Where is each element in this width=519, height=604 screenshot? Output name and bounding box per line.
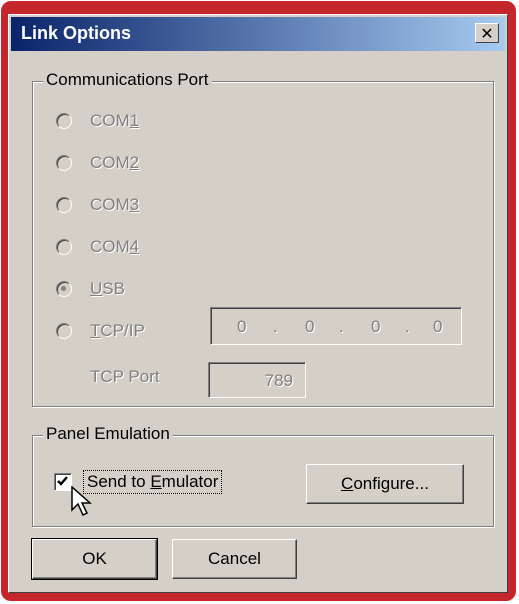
ip-octet-4[interactable]: 0 [433, 317, 442, 337]
close-icon: ✕ [480, 24, 494, 43]
radio-com4-mnemonic: 4 [129, 237, 140, 256]
radio-com3-label: COM [90, 195, 130, 214]
configure-mnemonic: C [341, 474, 354, 493]
radio-com3-mnemonic: 3 [129, 195, 140, 214]
cancel-button[interactable]: Cancel [172, 539, 297, 579]
radio-tcpip-label: CP/IP [100, 321, 145, 340]
tcp-port-value[interactable]: 789 [265, 371, 293, 391]
panel-emulation-legend: Panel Emulation [43, 424, 173, 444]
ip-octet-3[interactable]: 0 [371, 317, 380, 337]
ip-dot-3: . [405, 317, 410, 336]
ip-address-field[interactable]: 0 . 0 . 0 . 0 [210, 307, 462, 345]
radio-tcpip-mnemonic: T [90, 321, 101, 340]
radio-com1-mnemonic: 1 [129, 111, 140, 130]
panel-emulation-group: Panel Emulation Send to Emulator Configu… [32, 424, 494, 527]
radio-com2-mnemonic: 2 [129, 153, 140, 172]
configure-button[interactable]: Configure... [306, 464, 464, 504]
tcp-port-field[interactable]: 789 [208, 362, 306, 398]
communications-port-legend: Communications Port [43, 70, 212, 90]
send-label-mnemonic: E [150, 472, 162, 491]
radio-usb-label: SB [102, 279, 125, 298]
tcp-port-label: TCP Port [90, 367, 160, 386]
send-label-post: mulator [161, 472, 219, 491]
ip-dot-2: . [339, 317, 344, 336]
ip-dot-1: . [273, 317, 278, 336]
radio-com1-label: COM [90, 111, 130, 130]
cancel-label: Cancel [208, 549, 261, 568]
radio-com4-label: COM [90, 237, 130, 256]
mouse-cursor-icon [71, 486, 92, 517]
send-label-pre: Send to [87, 472, 151, 491]
ok-label: OK [82, 549, 107, 568]
radio-com4-circle[interactable] [56, 239, 72, 255]
communications-port-group: Communications Port COM1 COM2 COM3 COM4 … [32, 70, 494, 407]
radio-tcpip-circle[interactable] [56, 323, 72, 339]
window-title: Link Options [21, 23, 131, 43]
radio-usb-circle[interactable] [56, 281, 72, 297]
radio-com1-circle[interactable] [56, 113, 72, 129]
ok-button[interactable]: OK [31, 538, 158, 580]
close-button[interactable]: ✕ [475, 23, 499, 43]
radio-com2-circle[interactable] [56, 155, 72, 171]
send-to-emulator-label[interactable]: Send to Emulator [83, 470, 223, 494]
radio-usb-mnemonic: U [90, 279, 103, 298]
send-to-emulator-checkbox[interactable] [54, 473, 72, 491]
link-options-dialog: Link Options ✕ Communications Port COM1 … [8, 14, 508, 593]
ip-octet-2[interactable]: 0 [305, 317, 314, 337]
radio-com3-circle[interactable] [56, 197, 72, 213]
radio-com2-label: COM [90, 153, 130, 172]
title-bar[interactable]: Link Options ✕ [11, 17, 505, 51]
checkmark-icon [57, 476, 68, 486]
radio-selected-dot [61, 286, 66, 291]
configure-label: onfigure... [353, 474, 429, 493]
ip-octet-1[interactable]: 0 [237, 317, 246, 337]
